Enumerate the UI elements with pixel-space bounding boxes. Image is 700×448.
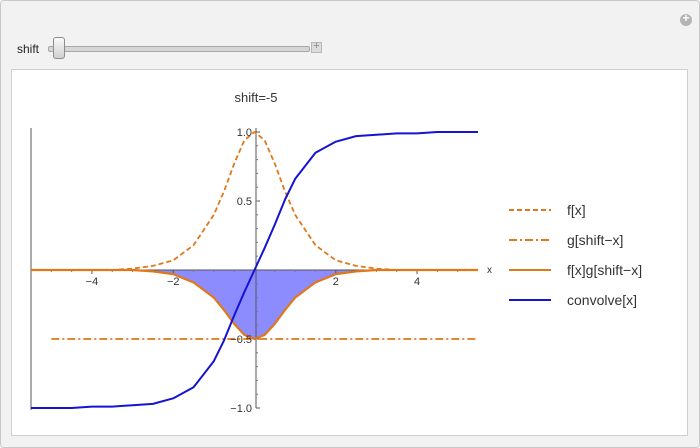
- legend-label-0: f[x]: [567, 202, 586, 218]
- legend-label-1: g[shift−x]: [567, 232, 623, 248]
- y-tick-label: 0.5: [237, 196, 252, 208]
- y-tick-label: −1.0: [230, 403, 252, 415]
- legend-label-3: convolve[x]: [567, 292, 637, 308]
- x-axis-label: x: [487, 265, 492, 276]
- convolution-plot: shift=-5 −4 −2 2 41.00.5−0.5−1.0x f[x]g[shi…: [30, 90, 642, 415]
- series-line-0: [31, 131, 478, 271]
- y-tick-label: 1.0: [237, 127, 252, 139]
- x-tick-label: 2: [333, 276, 339, 288]
- x-tick-label: −2: [167, 276, 180, 288]
- chart-title: shift=-5: [235, 90, 278, 105]
- x-tick-label: 4: [414, 276, 420, 288]
- y-tick-label: −0.5: [230, 334, 252, 346]
- x-tick-label: −4: [86, 276, 99, 288]
- legend-label-2: f[x]g[shift−x]: [567, 262, 642, 278]
